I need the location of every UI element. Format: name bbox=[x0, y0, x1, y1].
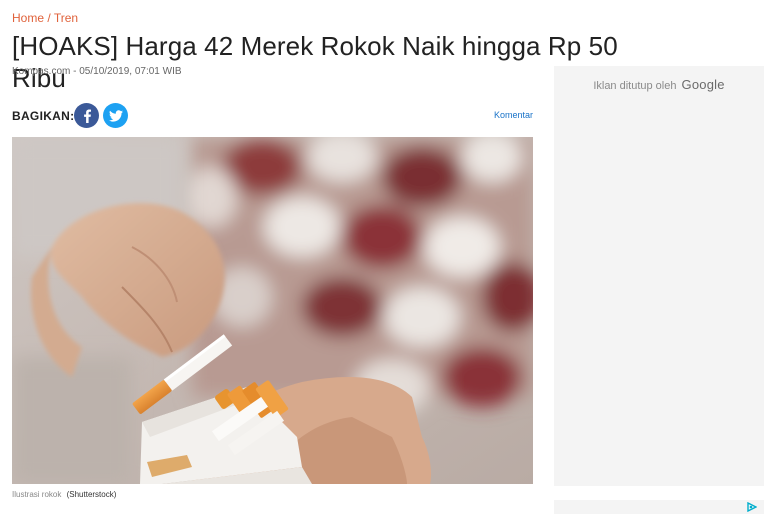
twitter-share-button[interactable] bbox=[103, 103, 128, 128]
share-label: BAGIKAN: bbox=[12, 109, 75, 123]
breadcrumb-home-link[interactable]: Home bbox=[12, 11, 44, 25]
share-bar: BAGIKAN: Komentar bbox=[12, 102, 533, 130]
facebook-icon bbox=[83, 109, 91, 123]
ad-slot-bottom bbox=[554, 500, 764, 514]
article-image bbox=[12, 137, 533, 484]
facebook-share-button[interactable] bbox=[74, 103, 99, 128]
breadcrumb: Home / Tren bbox=[12, 11, 78, 25]
article-meta: Kompas.com - 05/10/2019, 07:01 WIB bbox=[12, 66, 182, 77]
ad-closed-message: Iklan ditutup oleh Google bbox=[554, 77, 764, 92]
comment-link[interactable]: Komentar bbox=[494, 110, 533, 120]
image-caption: Ilustrasi rokok (Shutterstock) bbox=[12, 490, 116, 499]
cigarette-photo bbox=[12, 137, 533, 484]
caption-credit: (Shutterstock) bbox=[66, 490, 117, 499]
ad-closed-text: Iklan ditutup oleh bbox=[593, 80, 677, 92]
article-page: Home / Tren [HOAKS] Harga 42 Merek Rokok… bbox=[0, 0, 768, 514]
caption-text: Ilustrasi rokok bbox=[12, 490, 62, 499]
twitter-icon bbox=[108, 109, 123, 122]
google-label: Google bbox=[681, 77, 725, 92]
breadcrumb-section-link[interactable]: Tren bbox=[54, 11, 78, 25]
ad-slot: Iklan ditutup oleh Google bbox=[554, 66, 764, 486]
breadcrumb-separator: / bbox=[47, 11, 51, 25]
adchoices-icon[interactable] bbox=[746, 502, 758, 512]
